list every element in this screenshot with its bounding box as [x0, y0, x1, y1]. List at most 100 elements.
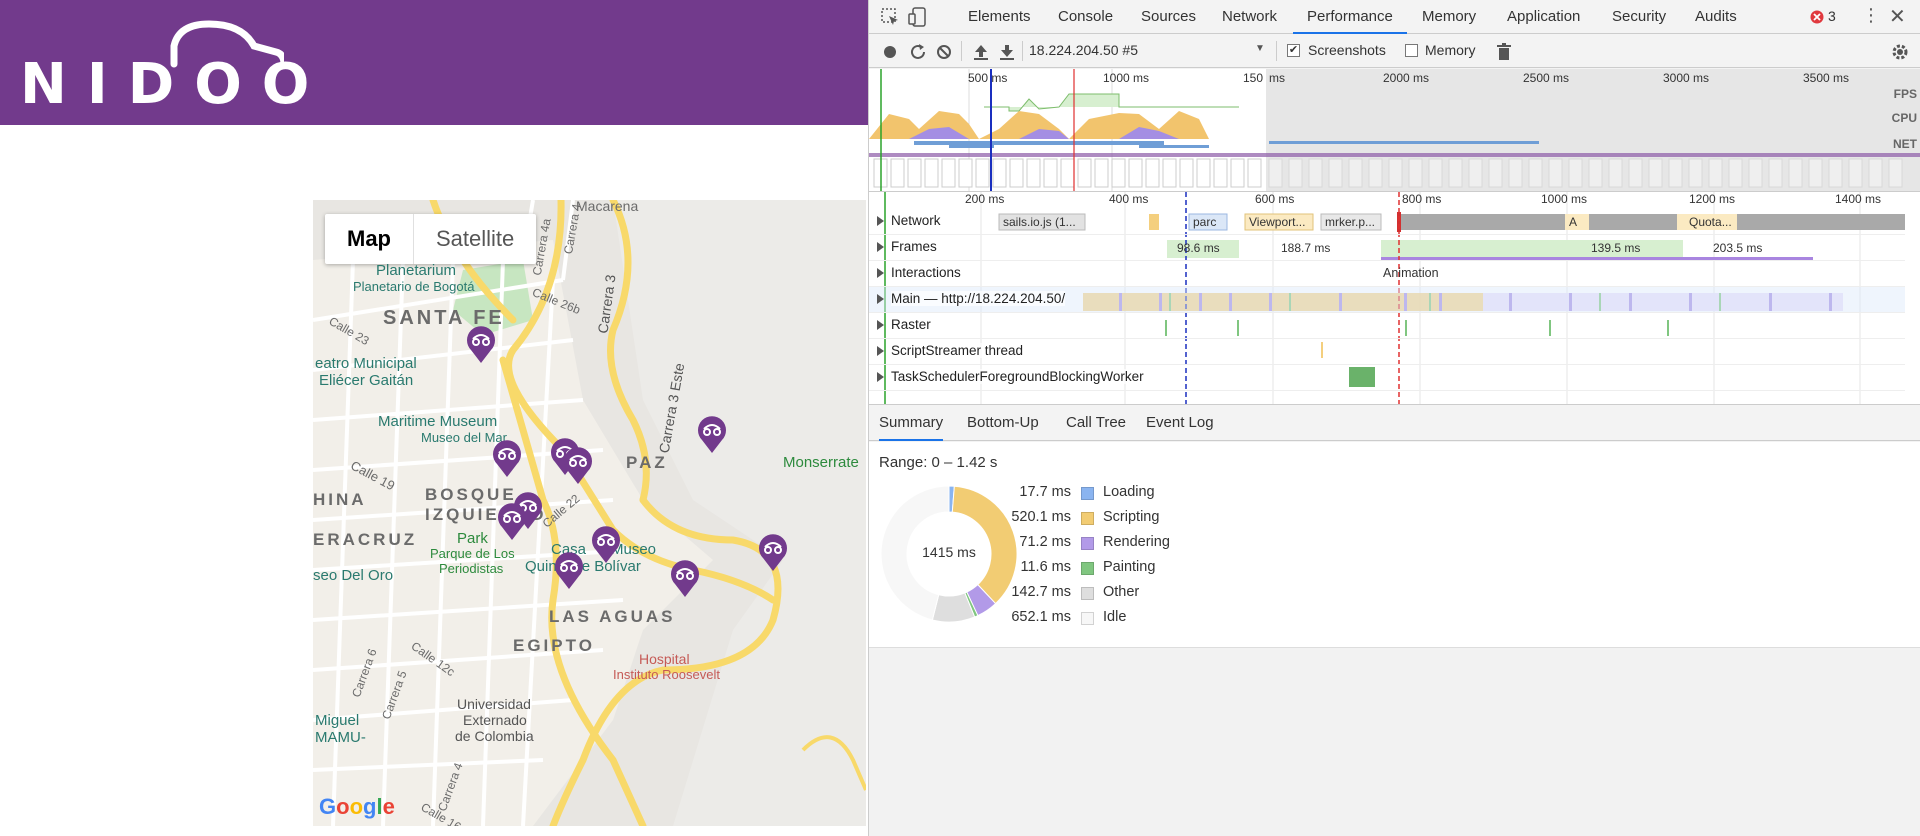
- close-devtools-icon[interactable]: ✕: [1889, 4, 1906, 29]
- map-label-miguel: Miguel: [315, 712, 360, 729]
- track-main-thread[interactable]: Main — http://18.224.204.50/: [869, 287, 1905, 313]
- inspect-element-icon[interactable]: [879, 6, 901, 28]
- timeline-ruler-label: 1000 ms: [1541, 192, 1588, 206]
- memory-label: Memory: [1425, 42, 1476, 58]
- vehicle-pin-icon[interactable]: [758, 534, 788, 572]
- overview-ruler-label: 3500 ms: [1803, 71, 1850, 85]
- network-item[interactable]: Quota...: [1689, 215, 1732, 229]
- trash-icon[interactable]: [1493, 41, 1515, 63]
- map-label-la-paz: PAZ: [626, 453, 668, 472]
- tab-console[interactable]: Console: [1058, 0, 1113, 34]
- map-tab-satellite[interactable]: Satellite: [414, 214, 536, 264]
- expand-triangle-icon[interactable]: [877, 294, 884, 304]
- summary-ms: 520.1 ms: [1011, 509, 1071, 525]
- track-scriptstreamer[interactable]: ScriptStreamer thread: [869, 339, 1905, 365]
- summary-ms: 652.1 ms: [1011, 609, 1071, 625]
- summary-category-name: Idle: [1103, 609, 1127, 625]
- frame-time[interactable]: 188.7 ms: [1281, 241, 1330, 255]
- tab-event-log[interactable]: Event Log: [1146, 405, 1214, 441]
- vehicle-pin-icon[interactable]: [466, 326, 496, 364]
- frame-time[interactable]: 139.5 ms: [1591, 241, 1640, 255]
- map-tab-map[interactable]: Map: [325, 214, 414, 264]
- summary-ms: 71.2 ms: [1019, 534, 1071, 550]
- vehicle-pin-icon[interactable]: [563, 447, 593, 485]
- record-icon[interactable]: [879, 41, 901, 63]
- tab-application[interactable]: Application: [1507, 0, 1580, 34]
- overview-ruler-label: 1000 ms: [1103, 71, 1150, 85]
- tab-audits[interactable]: Audits: [1695, 0, 1737, 34]
- more-menu-icon[interactable]: ⋮: [1862, 6, 1880, 24]
- network-item[interactable]: Viewport...: [1249, 215, 1305, 229]
- map-label-hina: HINA: [313, 490, 367, 509]
- network-item[interactable]: A: [1569, 215, 1577, 229]
- vehicle-pin-icon[interactable]: [554, 552, 584, 590]
- profile-select-dropdown-icon[interactable]: ▼: [1255, 43, 1265, 54]
- memory-checkbox[interactable]: [1405, 44, 1418, 57]
- vehicle-pin-icon[interactable]: [492, 440, 522, 478]
- track-raster[interactable]: Raster: [869, 313, 1905, 339]
- tab-bottom-up[interactable]: Bottom-Up: [967, 405, 1039, 441]
- frame-time[interactable]: 98.6 ms: [1177, 241, 1220, 255]
- vehicle-pin-icon[interactable]: [591, 526, 621, 564]
- rendering-swatch: [1081, 537, 1094, 550]
- expand-triangle-icon[interactable]: [877, 320, 884, 330]
- tab-call-tree[interactable]: Call Tree: [1066, 405, 1126, 441]
- load-profile-icon[interactable]: [970, 41, 992, 63]
- summary-row-painting: 11.6 ms Painting: [959, 559, 1299, 583]
- scripting-swatch: [1081, 512, 1094, 525]
- expand-triangle-icon[interactable]: [877, 216, 884, 226]
- overview-graph: [869, 69, 1920, 191]
- summary-category-name: Rendering: [1103, 534, 1170, 550]
- expand-triangle-icon[interactable]: [877, 372, 884, 382]
- screenshots-label: Screenshots: [1308, 42, 1386, 58]
- device-toolbar-icon[interactable]: [907, 6, 929, 28]
- map-view[interactable]: Map Satellite Macarena Planetarium Plane…: [313, 200, 866, 826]
- expand-triangle-icon[interactable]: [877, 346, 884, 356]
- clear-icon[interactable]: [933, 41, 955, 63]
- error-count[interactable]: 3: [1828, 8, 1836, 24]
- performance-toolbar: 18.224.204.50 #5 ▼ ✔ Screenshots Memory: [869, 35, 1920, 68]
- settings-gear-icon[interactable]: [1889, 41, 1911, 63]
- network-item[interactable]: rker.p...: [1335, 215, 1375, 229]
- profile-select[interactable]: 18.224.204.50 #5: [1029, 42, 1199, 58]
- network-item[interactable]: sails.io.js (1...: [1003, 215, 1076, 229]
- screenshots-checkbox[interactable]: ✔: [1287, 44, 1300, 57]
- track-label: Network: [891, 213, 941, 228]
- vehicle-pin-icon[interactable]: [697, 416, 727, 454]
- reload-record-icon[interactable]: [907, 41, 929, 63]
- interaction-animation[interactable]: Animation: [1383, 266, 1439, 280]
- vehicle-pin-icon[interactable]: [497, 503, 527, 541]
- frame-time[interactable]: 203.5 ms: [1713, 241, 1762, 255]
- timeline-tracks[interactable]: 200 ms 400 ms 600 ms 800 ms 1000 ms 1200…: [869, 192, 1920, 405]
- vehicle-pin-icon[interactable]: [670, 560, 700, 598]
- overview-ruler-label: 500 ms: [968, 71, 1008, 85]
- tab-network[interactable]: Network: [1222, 0, 1277, 34]
- summary-row-scripting: 520.1 ms Scripting: [959, 509, 1299, 533]
- expand-triangle-icon[interactable]: [877, 242, 884, 252]
- devtools-panel: Elements Console Sources Network Perform…: [868, 0, 1920, 836]
- timeline-ruler-label: 400 ms: [1109, 192, 1149, 206]
- overview-ruler-label: 2000 ms: [1383, 71, 1430, 85]
- map-label-universidad: Universidad: [457, 696, 531, 712]
- tab-memory[interactable]: Memory: [1422, 0, 1476, 34]
- error-icon[interactable]: [1810, 10, 1824, 24]
- tab-security[interactable]: Security: [1612, 0, 1666, 34]
- save-profile-icon[interactable]: [996, 41, 1018, 63]
- network-item[interactable]: m: [1325, 215, 1335, 229]
- painting-swatch: [1081, 562, 1094, 575]
- tab-sources[interactable]: Sources: [1141, 0, 1196, 34]
- map-label-parque: Parque de Los: [430, 546, 515, 561]
- network-item[interactable]: parc: [1193, 215, 1216, 229]
- tab-summary[interactable]: Summary: [879, 405, 944, 441]
- track-task-scheduler[interactable]: TaskSchedulerForegroundBlockingWorker: [869, 365, 1905, 391]
- track-label: TaskSchedulerForegroundBlockingWorker: [891, 369, 1144, 384]
- expand-triangle-icon[interactable]: [877, 268, 884, 278]
- overview-ruler-label: 150: [1243, 71, 1264, 85]
- tab-elements[interactable]: Elements: [968, 0, 1031, 34]
- timeline-ruler-label: 1400 ms: [1835, 192, 1882, 206]
- lane-label-fps: FPS: [1893, 87, 1917, 101]
- track-label: Interactions: [891, 265, 961, 280]
- details-tabbar: Summary Bottom-Up Call Tree Event Log: [869, 405, 1920, 441]
- timeline-overview[interactable]: 500 ms 1000 ms 150 ms 2000 ms 2500 ms 30…: [869, 69, 1920, 192]
- tab-performance[interactable]: Performance: [1293, 0, 1407, 34]
